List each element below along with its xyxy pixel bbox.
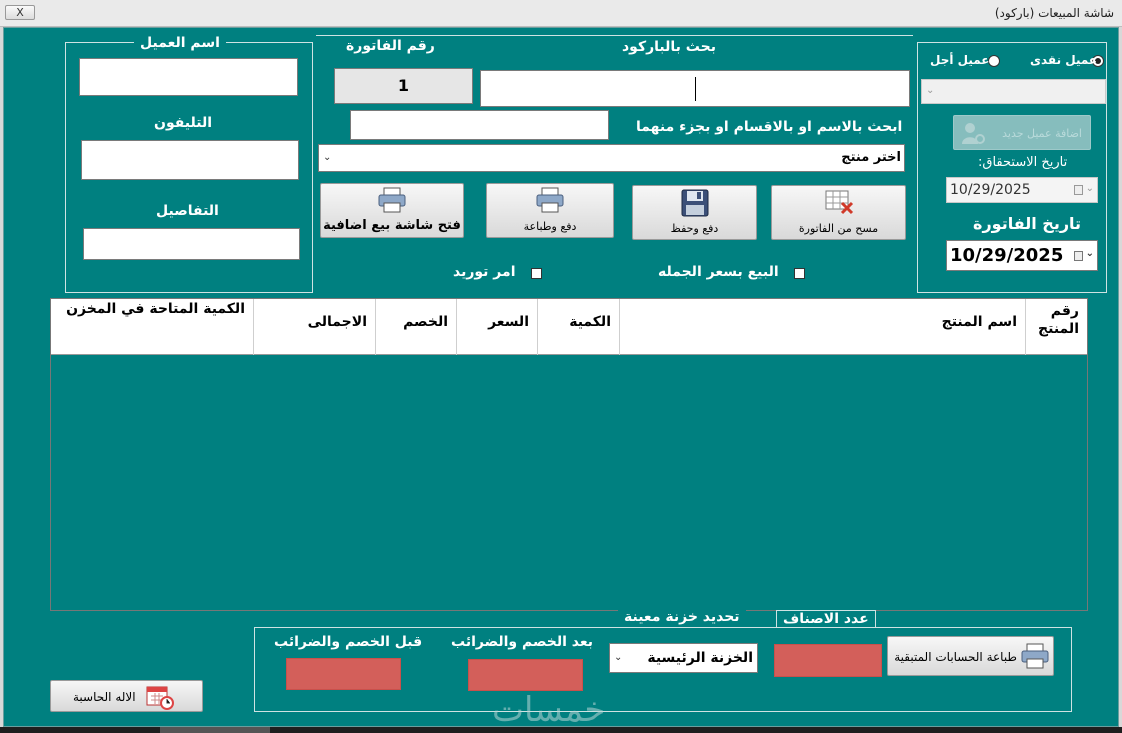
calendar-clock-icon bbox=[146, 684, 174, 713]
add-customer-label: اضافة عميل جديد bbox=[1002, 127, 1082, 140]
chevron-down-icon: ⌄ bbox=[1085, 183, 1094, 194]
invoice-date-label: تاريخ الفاتورة bbox=[973, 214, 1082, 233]
calculator-label: الاله الحاسبة bbox=[73, 690, 136, 704]
barcode-label: بحث بالباركود bbox=[622, 39, 716, 55]
printer-icon bbox=[377, 187, 407, 216]
after-discount-label: بعد الخصم والضرائب bbox=[451, 634, 594, 650]
wholesale-label: البيع بسعر الجمله bbox=[658, 264, 779, 280]
supply-order-label: امر توريد bbox=[453, 264, 516, 280]
chevron-down-icon: ⌄ bbox=[323, 152, 332, 163]
title-bar: X شاشة المبيعات (باركود) bbox=[0, 0, 1122, 27]
window-title: شاشة المبيعات (باركود) bbox=[994, 6, 1114, 20]
clear-invoice-button[interactable]: مسح من الفاتورة bbox=[771, 185, 906, 240]
credit-customer-label: عميل أجل bbox=[930, 53, 990, 67]
product-select-value: اختر منتج bbox=[841, 150, 901, 165]
user-gear-icon bbox=[960, 120, 986, 149]
calculator-button[interactable]: الاله الحاسبة bbox=[50, 680, 203, 712]
taskbar-strip bbox=[0, 727, 1122, 733]
customer-legend: اسم العميل bbox=[134, 35, 226, 51]
col-discount[interactable]: الخصم bbox=[375, 299, 456, 355]
col-quantity[interactable]: الكمية bbox=[537, 299, 619, 355]
store-select-label: تحديد خزنة معينة bbox=[618, 609, 746, 625]
pay-save-button[interactable]: دفع وحفظ bbox=[632, 185, 757, 240]
col-total[interactable]: الاجمالى bbox=[253, 299, 375, 355]
invoice-date-value: 10/29/2025 bbox=[950, 245, 1064, 266]
close-button[interactable]: X bbox=[5, 5, 35, 20]
name-search-input[interactable] bbox=[350, 110, 609, 140]
invoice-number-label: رقم الفاتورة bbox=[346, 38, 435, 54]
text-cursor bbox=[695, 77, 696, 101]
sales-window: X شاشة المبيعات (باركود) اسم العميل التل… bbox=[0, 0, 1122, 733]
open-sales-screen-label: فتح شاشة بيع اضافية bbox=[323, 218, 461, 233]
due-date-value: 10/29/2025 bbox=[950, 182, 1031, 198]
main-panel: اسم العميل التليفون التفاصيل رقم الفاتور… bbox=[3, 27, 1119, 730]
pay-print-button[interactable]: دفع وطباعة bbox=[486, 183, 614, 238]
items-table[interactable]: رقم المنتج اسم المنتج الكمية السعر الخصم… bbox=[50, 298, 1088, 611]
store-select-value: الخزنة الرئيسية bbox=[647, 650, 753, 666]
store-select[interactable]: ⌄ الخزنة الرئيسية bbox=[609, 643, 758, 673]
add-customer-button[interactable]: اضافة عميل جديد bbox=[953, 115, 1091, 150]
chevron-down-icon: ⌄ bbox=[614, 652, 623, 663]
invoice-number-value: 1 bbox=[397, 76, 410, 95]
print-remaining-accounts-button[interactable]: طباعة الحسابات المتبقية bbox=[887, 636, 1054, 676]
col-product-name[interactable]: اسم المنتج bbox=[619, 299, 1025, 355]
pay-print-label: دفع وطباعة bbox=[523, 220, 577, 233]
cash-customer-label: عميل نقدى bbox=[1030, 53, 1098, 67]
barcode-input[interactable] bbox=[480, 70, 910, 107]
phone-label: التليفون bbox=[154, 115, 213, 131]
col-price[interactable]: السعر bbox=[456, 299, 537, 355]
customer-name-field[interactable] bbox=[79, 58, 298, 96]
open-sales-screen-button[interactable]: فتح شاشة بيع اضافية bbox=[320, 183, 464, 238]
due-date-picker[interactable]: 10/29/2025 ⌄ bbox=[946, 177, 1098, 203]
after-discount-total bbox=[468, 659, 583, 691]
name-search-label: ابحث بالاسم او بالاقسام او بجزء منهما bbox=[636, 119, 903, 135]
calendar-icon bbox=[1074, 185, 1083, 195]
wholesale-checkbox[interactable] bbox=[794, 268, 805, 279]
pay-save-label: دفع وحفظ bbox=[670, 222, 719, 235]
supply-order-checkbox[interactable] bbox=[531, 268, 542, 279]
col-product-number[interactable]: رقم المنتج bbox=[1025, 299, 1087, 355]
print-remaining-accounts-label: طباعة الحسابات المتبقية bbox=[894, 650, 1017, 664]
col-available-stock[interactable]: الكمية المتاحة في المخزن bbox=[51, 299, 253, 355]
calendar-icon bbox=[1074, 251, 1083, 261]
printer-icon bbox=[1021, 643, 1049, 672]
printer-icon bbox=[535, 187, 565, 216]
barcode-group bbox=[316, 35, 913, 36]
before-discount-label: قبل الخصم والضرائب bbox=[274, 634, 423, 650]
details-label: التفاصيل bbox=[156, 203, 219, 219]
invoice-number-field: 1 bbox=[334, 68, 473, 104]
chevron-down-icon: ⌄ bbox=[1085, 248, 1094, 259]
table-delete-icon bbox=[824, 189, 854, 218]
product-select[interactable]: ⌄ اختر منتج bbox=[318, 144, 905, 172]
save-disk-icon bbox=[681, 189, 709, 220]
items-count-value bbox=[774, 644, 882, 677]
invoice-date-picker[interactable]: 10/29/2025 ⌄ bbox=[946, 240, 1098, 271]
items-count-label: عدد الاصناف bbox=[776, 610, 876, 627]
before-discount-total bbox=[286, 658, 401, 690]
details-field[interactable] bbox=[83, 228, 300, 260]
clear-invoice-label: مسح من الفاتورة bbox=[798, 222, 879, 235]
chevron-down-icon: ⌄ bbox=[926, 85, 935, 96]
credit-customer-select[interactable]: ⌄ bbox=[921, 79, 1106, 104]
due-date-label: تاريخ الاستحقاق: bbox=[978, 155, 1068, 170]
phone-field[interactable] bbox=[81, 140, 299, 180]
items-table-header: رقم المنتج اسم المنتج الكمية السعر الخصم… bbox=[51, 299, 1087, 355]
watermark-logo: خمسات bbox=[492, 690, 606, 730]
